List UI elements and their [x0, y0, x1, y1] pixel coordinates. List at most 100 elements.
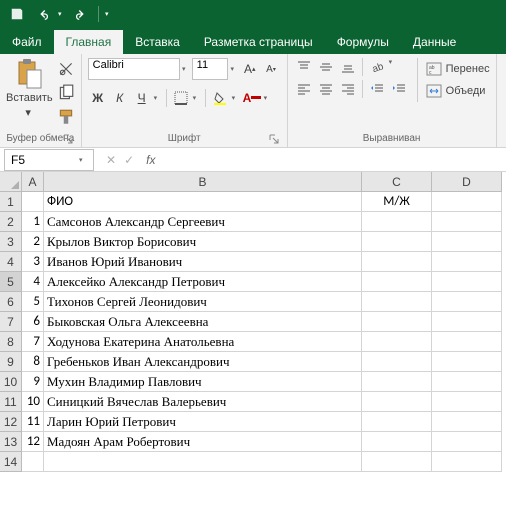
cell[interactable]: Алексейко Александр Петрович [44, 272, 362, 292]
cell[interactable] [362, 252, 432, 272]
select-all-corner[interactable] [0, 172, 22, 192]
row-header[interactable]: 11 [0, 392, 22, 412]
cell[interactable]: Тихонов Сергей Леонидович [44, 292, 362, 312]
underline-button[interactable]: Ч [132, 88, 152, 108]
cell[interactable] [362, 312, 432, 332]
col-header-b[interactable]: B [44, 172, 362, 192]
cell[interactable]: Самсонов Александр Сергеевич [44, 212, 362, 232]
row-header[interactable]: 14 [0, 452, 22, 472]
tab-home[interactable]: Главная [54, 30, 124, 54]
font-dialog-icon[interactable] [269, 134, 279, 144]
cell[interactable] [432, 272, 502, 292]
cell[interactable] [362, 272, 432, 292]
chevron-down-icon[interactable]: ▾ [264, 94, 272, 102]
cell[interactable] [362, 452, 432, 472]
font-size-select[interactable]: 11 [192, 58, 229, 80]
cancel-formula-icon[interactable]: ✕ [106, 153, 116, 167]
chevron-down-icon[interactable]: ▾ [389, 58, 397, 76]
col-header-d[interactable]: D [432, 172, 502, 192]
row-header[interactable]: 13 [0, 432, 22, 452]
cell[interactable] [432, 332, 502, 352]
fill-color-icon[interactable] [210, 88, 230, 108]
tab-data[interactable]: Данные [401, 30, 468, 54]
cell[interactable]: Ходунова Екатерина Анатольевна [44, 332, 362, 352]
cell[interactable]: 2 [22, 232, 44, 252]
clipboard-dialog-icon[interactable] [63, 134, 73, 144]
row-header[interactable]: 4 [0, 252, 22, 272]
cell[interactable] [22, 452, 44, 472]
cell[interactable]: Быковская Ольга Алексеевна [44, 312, 362, 332]
cut-icon[interactable] [57, 60, 75, 78]
chevron-down-icon[interactable]: ▾ [230, 65, 238, 73]
cell[interactable] [362, 392, 432, 412]
cell[interactable] [362, 412, 432, 432]
cell[interactable]: 3 [22, 252, 44, 272]
cell[interactable] [432, 372, 502, 392]
font-color-icon[interactable]: A [242, 88, 262, 108]
cell[interactable]: 5 [22, 292, 44, 312]
orientation-icon[interactable]: ab [367, 58, 387, 76]
wrap-text-button[interactable]: abcПеренес [426, 60, 490, 78]
tab-page-layout[interactable]: Разметка страницы [192, 30, 325, 54]
cell[interactable] [432, 212, 502, 232]
border-icon[interactable] [171, 88, 191, 108]
cell[interactable] [362, 292, 432, 312]
cell[interactable] [362, 372, 432, 392]
cell[interactable] [432, 232, 502, 252]
cell[interactable]: 7 [22, 332, 44, 352]
bold-button[interactable]: Ж [88, 88, 108, 108]
formula-input[interactable] [159, 149, 506, 171]
undo-icon[interactable] [32, 3, 54, 25]
row-header[interactable]: 3 [0, 232, 22, 252]
tab-formulas[interactable]: Формулы [325, 30, 401, 54]
cell[interactable]: 8 [22, 352, 44, 372]
cell[interactable]: Мухин Владимир Павлович [44, 372, 362, 392]
cell[interactable]: 12 [22, 432, 44, 452]
enter-formula-icon[interactable]: ✓ [124, 153, 134, 167]
cell[interactable] [432, 392, 502, 412]
undo-dropdown-icon[interactable]: ▾ [58, 10, 66, 18]
row-header[interactable]: 8 [0, 332, 22, 352]
cell[interactable] [22, 192, 44, 212]
cell[interactable]: 11 [22, 412, 44, 432]
align-top-icon[interactable] [294, 58, 314, 76]
row-header[interactable]: 12 [0, 412, 22, 432]
cell[interactable]: Гребеньков Иван Александрович [44, 352, 362, 372]
copy-icon[interactable] [57, 84, 75, 102]
name-box[interactable]: F5▾ [4, 149, 94, 171]
increase-indent-icon[interactable] [389, 80, 409, 98]
cell[interactable] [432, 312, 502, 332]
cell[interactable] [432, 432, 502, 452]
cell[interactable]: 10 [22, 392, 44, 412]
cell[interactable]: Мадоян Арам Робертович [44, 432, 362, 452]
cell[interactable] [362, 352, 432, 372]
chevron-down-icon[interactable]: ▾ [79, 156, 87, 164]
align-middle-icon[interactable] [316, 58, 336, 76]
cell[interactable]: 4 [22, 272, 44, 292]
cell[interactable] [432, 252, 502, 272]
chevron-down-icon[interactable]: ▾ [182, 65, 190, 73]
cell[interactable]: ФИО [44, 192, 362, 212]
cell[interactable]: Крылов Виктор Борисович [44, 232, 362, 252]
increase-font-icon[interactable]: A▴ [240, 59, 259, 79]
cell[interactable] [44, 452, 362, 472]
col-header-c[interactable]: C [362, 172, 432, 192]
row-header[interactable]: 1 [0, 192, 22, 212]
cell[interactable]: 9 [22, 372, 44, 392]
cell[interactable]: Синицкий Вячеслав Валерьевич [44, 392, 362, 412]
row-header[interactable]: 9 [0, 352, 22, 372]
cell[interactable]: 6 [22, 312, 44, 332]
row-header[interactable]: 10 [0, 372, 22, 392]
paste-dropdown-icon[interactable]: ▾ [25, 106, 33, 119]
tab-insert[interactable]: Вставка [123, 30, 192, 54]
paste-button[interactable]: Вставить ▾ [6, 58, 53, 131]
font-name-select[interactable]: Calibri [88, 58, 180, 80]
italic-button[interactable]: К [110, 88, 130, 108]
align-right-icon[interactable] [338, 80, 358, 98]
cell[interactable] [432, 452, 502, 472]
cell[interactable]: Ларин Юрий Петрович [44, 412, 362, 432]
row-header[interactable]: 6 [0, 292, 22, 312]
col-header-a[interactable]: A [22, 172, 44, 192]
cell[interactable]: Иванов Юрий Иванович [44, 252, 362, 272]
chevron-down-icon[interactable]: ▾ [232, 94, 240, 102]
